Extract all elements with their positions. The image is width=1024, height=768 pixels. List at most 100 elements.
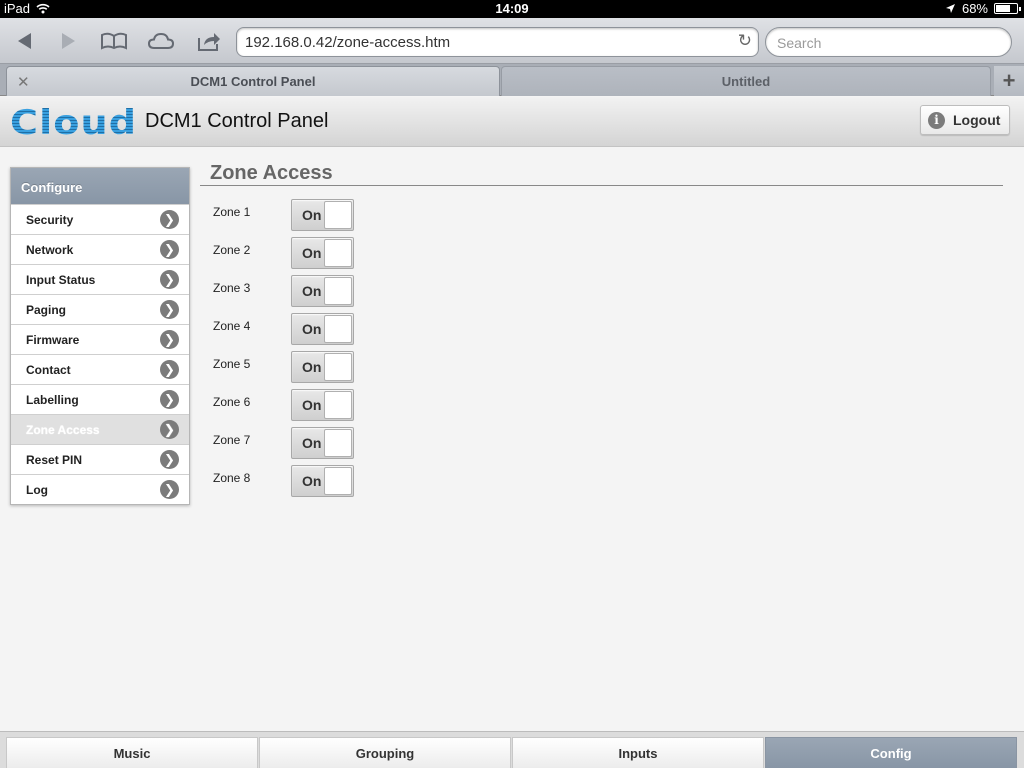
zone-label: Zone 6 bbox=[213, 395, 251, 409]
cloud-icon[interactable] bbox=[146, 28, 176, 54]
sidebar-item-label: Security bbox=[26, 213, 74, 227]
sidebar-item-label: Input Status bbox=[26, 273, 96, 287]
chevron-right-icon: ❯ bbox=[160, 330, 179, 349]
sidebar-item-label: Labelling bbox=[26, 393, 79, 407]
app-title: DCM1 Control Panel bbox=[145, 110, 329, 132]
browser-toolbar: 192.168.0.42/zone-access.htm ↻ Search bbox=[0, 18, 1024, 64]
sidebar-item-label: Network bbox=[26, 243, 74, 257]
sidebar-item-label: Contact bbox=[26, 363, 71, 377]
nav-label: Inputs bbox=[618, 745, 658, 761]
info-icon: i bbox=[928, 111, 945, 129]
page-header: Cloud DCM1 Control Panel i Logout bbox=[0, 97, 1024, 147]
cloud-logo: Cloud bbox=[10, 103, 138, 143]
chevron-right-icon: ❯ bbox=[160, 300, 179, 319]
chevron-right-icon: ❯ bbox=[160, 420, 179, 439]
toggle-knob bbox=[324, 315, 352, 343]
nav-music[interactable]: Music bbox=[6, 737, 258, 768]
sidebar-heading: Configure bbox=[11, 168, 189, 204]
toggle-state: On bbox=[302, 397, 322, 413]
close-icon[interactable]: ✕ bbox=[17, 73, 30, 91]
sidebar-item-contact[interactable]: Contact ❯ bbox=[11, 354, 189, 384]
chevron-right-icon: ❯ bbox=[160, 480, 179, 499]
toggle-knob bbox=[324, 277, 352, 305]
url-text: 192.168.0.42/zone-access.htm bbox=[245, 34, 451, 51]
toggle-state: On bbox=[302, 321, 322, 337]
nav-grouping[interactable]: Grouping bbox=[259, 737, 511, 768]
toggle-knob bbox=[324, 467, 352, 495]
sidebar-item-label: Reset PIN bbox=[26, 453, 83, 467]
nav-label: Music bbox=[113, 745, 151, 761]
location-icon bbox=[945, 4, 955, 13]
status-bar: iPad 14:09 68% bbox=[0, 0, 1024, 18]
zone-8-toggle[interactable]: On bbox=[291, 465, 354, 497]
sidebar-item-label: Log bbox=[26, 483, 48, 497]
battery-percent: 68% bbox=[961, 1, 988, 16]
battery-icon bbox=[994, 3, 1021, 14]
sidebar-item-input-status[interactable]: Input Status ❯ bbox=[11, 264, 189, 294]
sidebar-item-labelling[interactable]: Labelling ❯ bbox=[11, 384, 189, 414]
tab-untitled[interactable]: Untitled bbox=[501, 66, 991, 96]
logout-button[interactable]: i Logout bbox=[920, 105, 1010, 135]
sidebar-item-label: Zone Access bbox=[26, 423, 100, 437]
sidebar-item-reset-pin[interactable]: Reset PIN ❯ bbox=[11, 444, 189, 474]
nav-label: Grouping bbox=[355, 745, 415, 761]
configure-sidebar: Configure Security ❯ Network ❯ Input Sta… bbox=[10, 167, 190, 505]
sidebar-item-firmware[interactable]: Firmware ❯ bbox=[11, 324, 189, 354]
toggle-knob bbox=[324, 201, 352, 229]
url-field[interactable]: 192.168.0.42/zone-access.htm ↻ bbox=[236, 27, 759, 57]
chevron-right-icon: ❯ bbox=[160, 240, 179, 259]
zone-7-toggle[interactable]: On bbox=[291, 427, 354, 459]
logout-label: Logout bbox=[953, 112, 1001, 128]
toggle-state: On bbox=[302, 207, 322, 223]
zone-label: Zone 1 bbox=[213, 205, 251, 219]
tab-label: DCM1 Control Panel bbox=[190, 74, 316, 89]
nav-label: Config bbox=[870, 745, 912, 761]
sidebar-item-network[interactable]: Network ❯ bbox=[11, 234, 189, 264]
tab-bar: ✕ DCM1 Control Panel Untitled + bbox=[0, 64, 1024, 96]
zone-label: Zone 3 bbox=[213, 281, 251, 295]
sidebar-item-security[interactable]: Security ❯ bbox=[11, 204, 189, 234]
back-icon[interactable] bbox=[9, 28, 39, 54]
zone-4-toggle[interactable]: On bbox=[291, 313, 354, 345]
search-input[interactable]: Search bbox=[765, 27, 1012, 57]
zone-label: Zone 8 bbox=[213, 471, 251, 485]
zone-2-toggle[interactable]: On bbox=[291, 237, 354, 269]
zone-6-toggle[interactable]: On bbox=[291, 389, 354, 421]
toggle-state: On bbox=[302, 435, 322, 451]
reload-icon[interactable]: ↻ bbox=[738, 31, 752, 51]
chevron-right-icon: ❯ bbox=[160, 210, 179, 229]
nav-config[interactable]: Config bbox=[765, 737, 1017, 768]
add-tab-icon[interactable]: + bbox=[994, 66, 1024, 96]
chevron-right-icon: ❯ bbox=[160, 270, 179, 289]
sidebar-item-label: Paging bbox=[26, 303, 67, 317]
toggle-knob bbox=[324, 353, 352, 381]
main-content: Zone Access Zone 1 On Zone 2 On Zone 3 O… bbox=[200, 160, 1003, 497]
share-icon[interactable] bbox=[194, 28, 224, 54]
chevron-right-icon: ❯ bbox=[160, 450, 179, 469]
toggle-state: On bbox=[302, 245, 322, 261]
nav-inputs[interactable]: Inputs bbox=[512, 737, 764, 768]
toggle-state: On bbox=[302, 283, 322, 299]
chevron-right-icon: ❯ bbox=[160, 390, 179, 409]
chevron-right-icon: ❯ bbox=[160, 360, 179, 379]
zone-3-toggle[interactable]: On bbox=[291, 275, 354, 307]
zone-label: Zone 5 bbox=[213, 357, 251, 371]
zone-5-toggle[interactable]: On bbox=[291, 351, 354, 383]
clock: 14:09 bbox=[495, 1, 529, 16]
zone-label: Zone 4 bbox=[213, 319, 251, 333]
sidebar-item-paging[interactable]: Paging ❯ bbox=[11, 294, 189, 324]
zone-1-toggle[interactable]: On bbox=[291, 199, 354, 231]
toggle-knob bbox=[324, 429, 352, 457]
toggle-state: On bbox=[302, 473, 322, 489]
forward-icon[interactable] bbox=[54, 28, 84, 54]
zone-label: Zone 2 bbox=[213, 243, 251, 257]
bookmarks-icon[interactable] bbox=[99, 28, 129, 54]
sidebar-item-zone-access[interactable]: Zone Access ❯ bbox=[11, 414, 189, 444]
search-placeholder: Search bbox=[777, 35, 822, 51]
tab-dcm1-control-panel[interactable]: ✕ DCM1 Control Panel bbox=[6, 66, 500, 96]
zone-label: Zone 7 bbox=[213, 433, 251, 447]
toggle-state: On bbox=[302, 359, 322, 375]
tab-label: Untitled bbox=[721, 74, 771, 89]
bottom-nav: Music Grouping Inputs Config bbox=[0, 731, 1024, 768]
sidebar-item-log[interactable]: Log ❯ bbox=[11, 474, 189, 504]
